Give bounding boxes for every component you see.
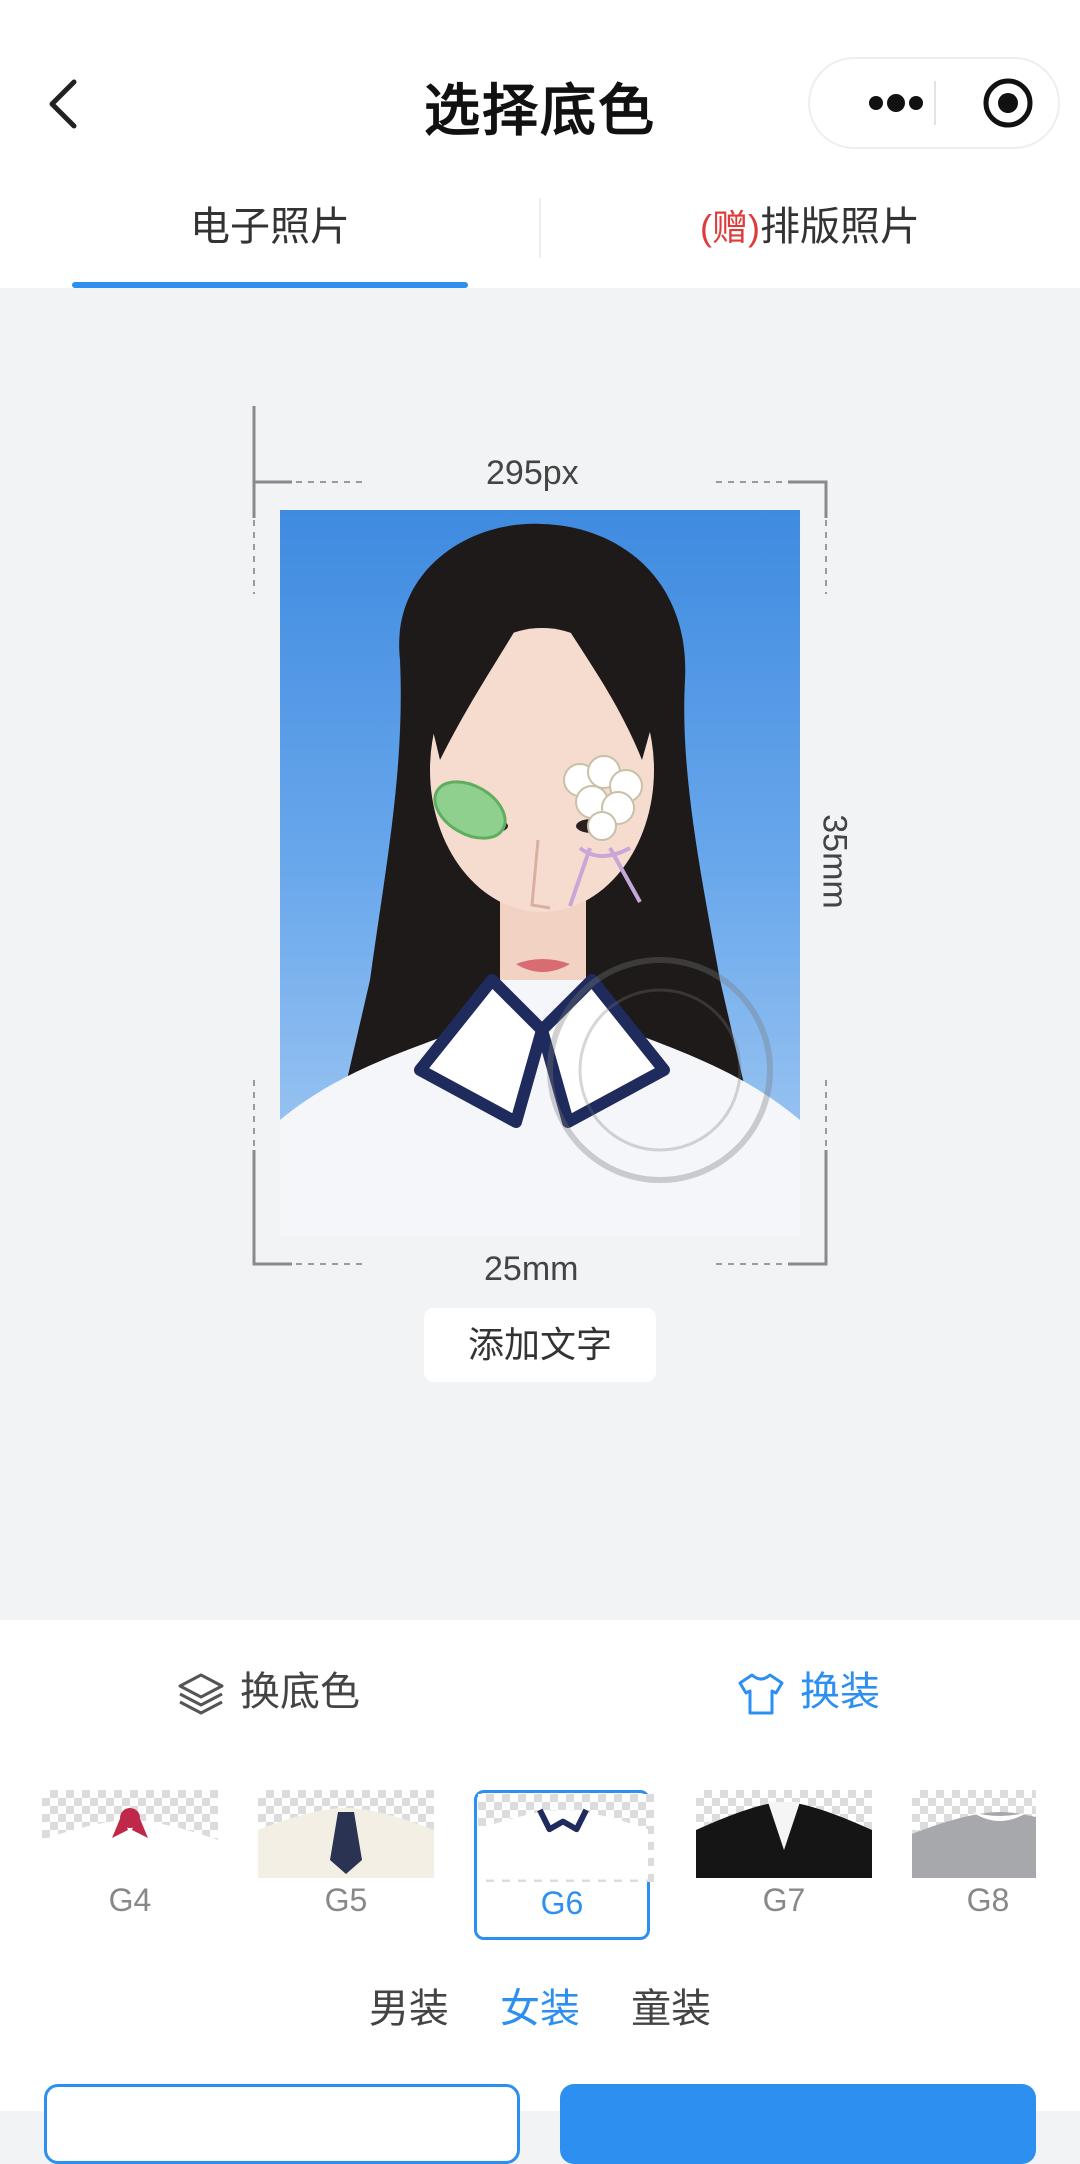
width-px-label: 295px — [486, 454, 579, 492]
outfit-item-g7[interactable]: G7 — [696, 1790, 872, 1940]
add-text-button[interactable]: 添加文字 — [424, 1308, 656, 1382]
category-women[interactable]: 女装 — [500, 1976, 580, 2034]
tshirt-icon — [738, 1673, 784, 1715]
outfit-label: G5 — [324, 1882, 368, 1918]
outfit-category-tabs: 男装 女装 童装 — [0, 1976, 1080, 2036]
navigation-bar: 选择底色 — [0, 0, 1080, 169]
primary-action-button[interactable] — [560, 2084, 1036, 2164]
outfit-label: G6 — [540, 1885, 584, 1921]
gray-sweater-thumb — [912, 1812, 1036, 1878]
change-background-tab[interactable]: 换底色 — [176, 1662, 360, 1722]
outfit-thumbnail — [258, 1790, 434, 1878]
gift-badge: (赠) — [700, 207, 760, 248]
outfit-thumbnail — [42, 1790, 218, 1878]
outfit-item-g8[interactable]: G8 — [912, 1790, 1036, 1940]
photo-preview-area: 295px 413px 35mm 25mm — [0, 288, 1080, 1620]
outfit-item-g5[interactable]: G5 — [258, 1790, 434, 1940]
secondary-action-button[interactable] — [44, 2084, 520, 2164]
photo-type-tabs: 电子照片 (赠)排版照片 — [0, 168, 1080, 288]
cream-shirt-tie-thumb — [258, 1808, 434, 1878]
white-shirt-bow-thumb — [42, 1808, 218, 1878]
target-circle-icon — [983, 78, 1033, 128]
change-outfit-label: 换装 — [800, 1670, 880, 1714]
outfit-item-g6[interactable]: G6 — [474, 1790, 654, 1940]
outfit-item-g4[interactable]: G4 — [42, 1790, 218, 1940]
capsule-divider — [934, 81, 936, 125]
category-men[interactable]: 男装 — [369, 1976, 449, 2034]
miniprogram-capsule — [808, 57, 1060, 149]
layers-icon — [178, 1673, 224, 1715]
tab-electronic-label: 电子照片 — [190, 205, 350, 249]
outfit-thumbnail — [912, 1790, 1036, 1878]
id-photo-preview — [280, 510, 800, 1236]
change-outfit-tab[interactable]: 换装 — [736, 1662, 880, 1722]
height-mm-label: 35mm — [815, 814, 854, 909]
outfit-label: G7 — [762, 1882, 806, 1918]
outfit-thumbnail — [696, 1790, 872, 1878]
category-kids[interactable]: 童装 — [631, 1976, 711, 2034]
tab-layout-label: 排版照片 — [759, 205, 920, 249]
tab-layout-photo[interactable]: (赠)排版照片 — [540, 168, 1080, 288]
outfit-label: G8 — [966, 1882, 1010, 1918]
close-miniprogram-button[interactable] — [960, 59, 1050, 147]
width-mm-label: 25mm — [484, 1250, 579, 1288]
edit-panel: 换底色 换装 G4 G5 G6 G7 G8 男装 女装 童装 — [0, 1620, 1080, 2164]
outfit-label: G4 — [108, 1882, 152, 1918]
portrait-illustration — [280, 523, 800, 1236]
outfit-list: G4 G5 G6 G7 G8 — [0, 1790, 1080, 1942]
tab-electronic-photo[interactable]: 电子照片 — [0, 168, 540, 288]
change-background-label: 换底色 — [240, 1670, 360, 1714]
navy-collar-shirt-thumb — [478, 1808, 648, 1880]
black-suit-thumb — [696, 1802, 872, 1878]
outfit-thumbnail — [478, 1794, 654, 1882]
